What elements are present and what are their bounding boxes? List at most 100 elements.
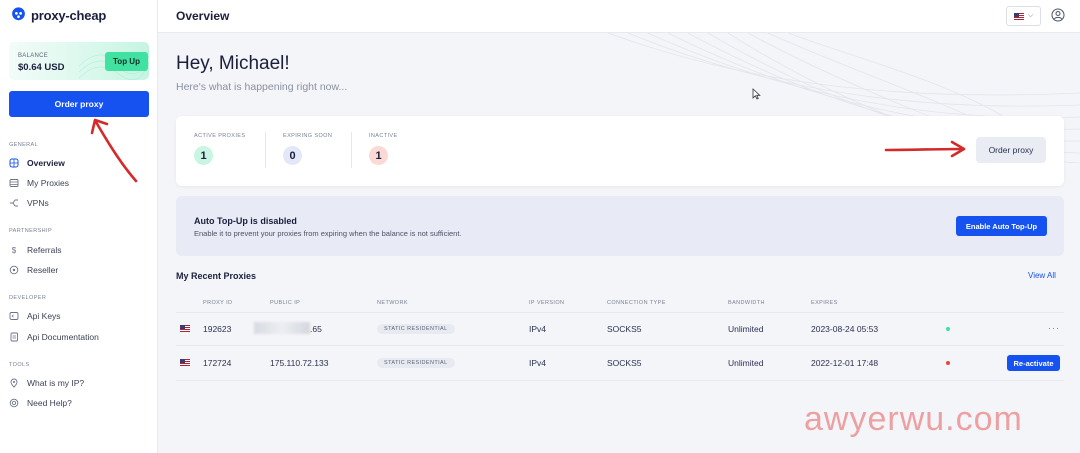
help-icon (9, 398, 19, 408)
page-title: Overview (176, 9, 230, 23)
nav-section-general: GENERAL (9, 142, 39, 148)
bandwidth: Unlimited (728, 324, 764, 334)
sidebar-item-label: Overview (27, 158, 65, 168)
top-up-button[interactable]: Top Up (105, 52, 148, 71)
sidebar-item-api-keys[interactable]: Api Keys (9, 311, 61, 321)
row-divider (176, 312, 1064, 313)
order-proxy-button-sidebar[interactable]: Order proxy (9, 91, 149, 117)
sidebar-item-label: What is my IP? (27, 378, 85, 388)
connection-type: SOCKS5 (607, 324, 642, 334)
sidebar-item-my-proxies[interactable]: My Proxies (9, 178, 69, 188)
row-divider (176, 345, 1064, 346)
status-dot (946, 361, 950, 365)
auto-topup-title: Auto Top-Up is disabled (194, 216, 297, 226)
tag-icon (9, 265, 19, 275)
logo[interactable]: proxy-cheap (10, 7, 106, 24)
network-tag: STATIC RESIDENTIAL (377, 358, 455, 368)
stat-label: INACTIVE (369, 133, 398, 139)
auto-topup-banner: Auto Top-Up is disabled Enable it to pre… (176, 196, 1064, 256)
bandwidth: Unlimited (728, 358, 764, 368)
balance-label: BALANCE (18, 53, 49, 59)
sidebar-item-label: My Proxies (27, 178, 70, 188)
user-account-icon[interactable] (1051, 8, 1065, 22)
globe-icon (9, 158, 19, 168)
column-header: PROXY ID (203, 300, 233, 306)
public-ip-suffix: 65 (312, 324, 322, 334)
column-header: EXPIRES (811, 300, 838, 306)
sidebar-item-label: Reseller (27, 265, 59, 275)
reactivate-button[interactable]: Re-activate (1007, 355, 1060, 371)
auto-topup-description: Enable it to prevent your proxies from e… (194, 229, 462, 238)
stat-divider (265, 132, 266, 168)
top-header: Overview ⌵ (158, 0, 1080, 33)
stat-value-badge: 1 (194, 146, 213, 165)
proxy-cheap-logo-icon (12, 7, 25, 21)
ip-version: IPv4 (529, 358, 547, 368)
key-icon (9, 311, 19, 321)
language-select[interactable]: ⌵ (1006, 6, 1041, 26)
column-header: NETWORK (377, 300, 408, 306)
greeting-heading: Hey, Michael! (176, 53, 290, 74)
us-flag-icon (180, 359, 190, 366)
proxy-id: 172724 (203, 358, 232, 368)
stat-value-badge: 1 (369, 146, 388, 165)
enable-auto-topup-button[interactable]: Enable Auto Top-Up (956, 216, 1047, 236)
list-icon (9, 178, 19, 188)
sidebar-item-vpns[interactable]: VPNs (9, 198, 49, 208)
proxy-id: 192623 (203, 324, 232, 334)
network-tag: STATIC RESIDENTIAL (377, 324, 455, 334)
brand-name: proxy-cheap (31, 8, 107, 23)
stat-expiring-soon: EXPIRING SOON 0 (283, 133, 332, 165)
column-header: IP VERSION (529, 300, 565, 306)
redacted-ip (254, 322, 310, 334)
sidebar-item-reseller[interactable]: Reseller (9, 265, 58, 275)
sidebar-item-label: Api Documentation (27, 332, 99, 342)
status-dot (946, 327, 950, 331)
balance-value: $0.64 USD (18, 62, 65, 73)
sidebar-item-referrals[interactable]: $ Referrals (9, 245, 62, 255)
sidebar-item-overview[interactable]: Overview (9, 158, 65, 168)
sidebar-item-what-is-my-ip[interactable]: What is my IP? (9, 378, 84, 388)
sidebar-item-api-documentation[interactable]: Api Documentation (9, 332, 99, 342)
sidebar-item-label: Need Help? (27, 398, 72, 408)
stat-active-proxies: ACTIVE PROXIES 1 (194, 133, 245, 165)
stat-divider (351, 132, 352, 168)
nav-section-developer: DEVELOPER (9, 295, 47, 301)
column-header: CONNECTION TYPE (607, 300, 666, 306)
sidebar-item-label: Referrals (27, 245, 62, 255)
order-proxy-button[interactable]: Order proxy (976, 137, 1046, 163)
public-ip: 175.110.72.133 (270, 358, 329, 368)
balance-card: BALANCE $0.64 USD Top Up (9, 42, 149, 80)
sidebar-item-label: Api Keys (27, 311, 61, 321)
location-icon (9, 378, 19, 388)
stat-value-badge: 0 (283, 146, 302, 165)
nav-section-tools: TOOLS (9, 362, 30, 368)
watermark: awyerwu.com (804, 400, 1023, 438)
expires: 2023-08-24 05:53 (811, 324, 879, 334)
row-divider (176, 380, 1064, 381)
public-ip: .65 (310, 324, 322, 334)
stats-card: ACTIVE PROXIES 1 EXPIRING SOON 0 INACTIV… (176, 116, 1064, 186)
doc-icon (9, 332, 19, 342)
us-flag-icon (180, 325, 190, 332)
mouse-cursor-icon (752, 88, 761, 100)
chevron-down-icon: ⌵ (1027, 12, 1034, 19)
vpn-icon (9, 198, 19, 208)
stat-label: ACTIVE PROXIES (194, 133, 246, 139)
stat-inactive: INACTIVE 1 (369, 133, 398, 165)
nav-section-partnership: PARTNERSHIP (9, 228, 53, 234)
connection-type: SOCKS5 (607, 358, 642, 368)
view-all-link[interactable]: View All (1028, 271, 1056, 280)
sidebar-item-label: VPNs (27, 198, 49, 208)
sidebar: proxy-cheap BALANCE $0.64 USD Top Up Ord… (0, 0, 158, 453)
expires: 2022-12-01 17:48 (811, 358, 879, 368)
ip-version: IPv4 (529, 324, 547, 334)
column-header: BANDWIDTH (728, 300, 765, 306)
column-header: PUBLIC IP (270, 300, 301, 306)
more-options-button[interactable]: ··· (1048, 323, 1060, 333)
greeting-subtitle: Here's what is happening right now... (176, 81, 348, 93)
stat-label: EXPIRING SOON (283, 133, 333, 139)
us-flag-icon (1013, 12, 1024, 20)
sidebar-item-need-help[interactable]: Need Help? (9, 398, 72, 408)
recent-proxies-title: My Recent Proxies (176, 271, 257, 281)
